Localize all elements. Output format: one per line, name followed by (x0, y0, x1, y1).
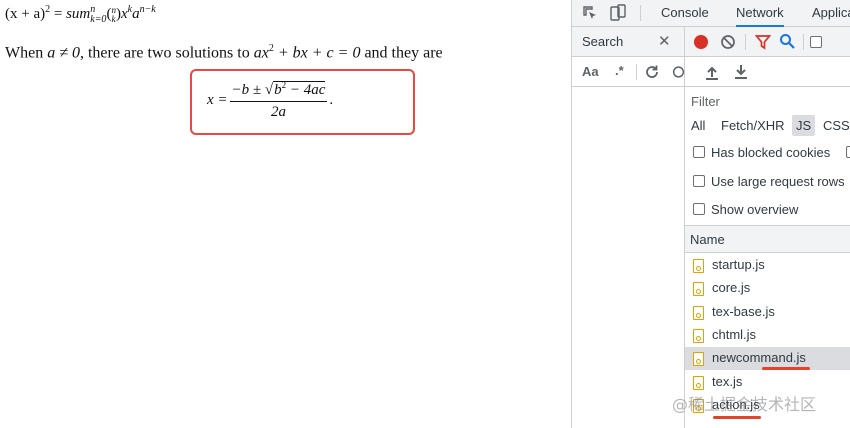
preserve-log-checkbox[interactable] (810, 36, 822, 48)
regex-button[interactable]: .* (615, 63, 624, 78)
sqrt-radicand: b2 − 4ac (273, 80, 326, 98)
sum-word: sum (66, 6, 91, 22)
binomial-lhs-exponent: 2 (45, 4, 51, 15)
search-pane: Search ✕ Aa .* (572, 27, 685, 428)
refresh-icon[interactable] (644, 64, 660, 80)
formula-lhs: x = (207, 92, 228, 108)
sentence-prefix: When (5, 44, 44, 62)
clear-log-icon[interactable] (720, 34, 736, 50)
record-icon[interactable] (694, 35, 708, 49)
name-header-label: Name (690, 232, 725, 247)
term-a-exponent: n−k (139, 4, 156, 15)
search-icon[interactable] (779, 33, 795, 50)
toolbar-separator (745, 34, 746, 50)
show-overview-label: Show overview (711, 202, 799, 217)
blocked-cookies-label: Has blocked cookies (711, 145, 831, 160)
request-name: chtml.js (712, 326, 757, 342)
inspect-element-icon[interactable] (582, 5, 598, 21)
radicand-rest: − 4ac (286, 82, 326, 98)
request-row[interactable]: core.js (685, 277, 850, 300)
filter-type-fetch-xhr[interactable]: Fetch/XHR (721, 118, 785, 133)
toolbar-separator-2 (803, 34, 804, 50)
request-row[interactable]: chtml.js (685, 324, 850, 347)
numerator-prefix: −b ± (231, 82, 265, 98)
request-name: core.js (712, 280, 751, 296)
match-case-button[interactable]: Aa (582, 64, 599, 79)
equals-sign: = (53, 6, 63, 22)
solution-sentence: When a ≠ 0, there are two solutions to a… (5, 43, 443, 62)
js-file-icon (693, 352, 704, 367)
equation-rest: + bx + c = 0 (277, 44, 361, 62)
import-har-icon[interactable] (705, 64, 719, 80)
clear-search-icon[interactable] (672, 64, 685, 80)
tab-network[interactable]: Network (736, 0, 784, 27)
name-column-header[interactable]: Name (685, 225, 850, 253)
binomial-formula: (x + a)2 = sum n k=0(n k)xkan−k (5, 4, 156, 25)
term-a: a (132, 6, 140, 22)
export-har-icon[interactable] (734, 64, 748, 80)
formula-numerator: −b ± √b2 − 4ac (229, 80, 328, 102)
large-rows-label: Use large request rows (711, 174, 845, 189)
sqrt-sign: √ (264, 82, 274, 98)
request-name: startup.js (712, 257, 765, 272)
action-underline (713, 416, 761, 419)
js-file-icon (693, 282, 704, 297)
quadratic-formula: x = −b ± √b2 − 4ac 2a . (207, 80, 333, 121)
search-toolbar: Aa .* (572, 57, 685, 87)
equation-exponent: 2 (268, 43, 274, 54)
sentence-suffix: and they are (364, 44, 443, 62)
tab-application[interactable]: Applica (812, 0, 850, 27)
request-row[interactable]: startup.js (685, 254, 850, 277)
request-name: tex-base.js (712, 303, 775, 319)
blocked-requests-checkbox[interactable] (846, 146, 850, 158)
formula-period: . (329, 92, 334, 108)
condition-math: a ≠ 0 (47, 44, 80, 62)
search-toolbar-separator (636, 64, 637, 80)
tabbar-separator (640, 5, 641, 21)
filter-input[interactable]: Filter (691, 94, 720, 109)
term-x: x (120, 6, 128, 22)
formula-fraction: −b ± √b2 − 4ac 2a (229, 80, 328, 121)
binomial-lhs: (x + a) (5, 6, 46, 22)
newcommand-underline (762, 367, 810, 370)
sum-lower-limit: k=0 (90, 13, 107, 25)
request-name: newcommand.js (712, 350, 806, 366)
rendered-page: (x + a)2 = sum n k=0(n k)xkan−k When a ≠ 0,… (0, 0, 571, 428)
device-toolbar-icon[interactable] (610, 4, 626, 22)
sentence-middle: , there are two solutions to (79, 44, 250, 62)
request-name: tex.js (712, 373, 743, 389)
search-title: Search (582, 34, 624, 49)
search-header: Search ✕ (572, 27, 684, 57)
large-rows-checkbox[interactable] (693, 175, 705, 187)
network-toolbar-main (685, 27, 850, 57)
js-file-icon (693, 375, 704, 390)
filter-icon[interactable] (755, 34, 771, 50)
devtools-panel: Console Network Applica Search ✕ Aa .* (571, 0, 850, 428)
tab-console[interactable]: Console (661, 0, 709, 27)
radicand-b: b (274, 82, 282, 98)
formula-denominator: 2a (270, 104, 286, 120)
watermark-text: @稀土掘金技术社区 (672, 395, 817, 414)
close-search-icon[interactable]: ✕ (658, 32, 671, 50)
network-toolbar-secondary (685, 57, 850, 87)
js-file-icon (693, 305, 704, 320)
show-overview-checkbox[interactable] (693, 203, 705, 215)
request-row[interactable]: tex-base.js (685, 301, 850, 324)
js-file-icon (693, 328, 704, 343)
filter-type-all[interactable]: All (691, 118, 705, 133)
devtools-tabbar: Console Network Applica (572, 0, 850, 27)
filter-type-css[interactable]: CSS (823, 118, 850, 133)
filter-type-js[interactable]: JS (792, 115, 816, 136)
blocked-cookies-checkbox[interactable] (693, 146, 705, 158)
equation-lhs: ax (253, 44, 269, 62)
js-file-icon (693, 259, 704, 273)
